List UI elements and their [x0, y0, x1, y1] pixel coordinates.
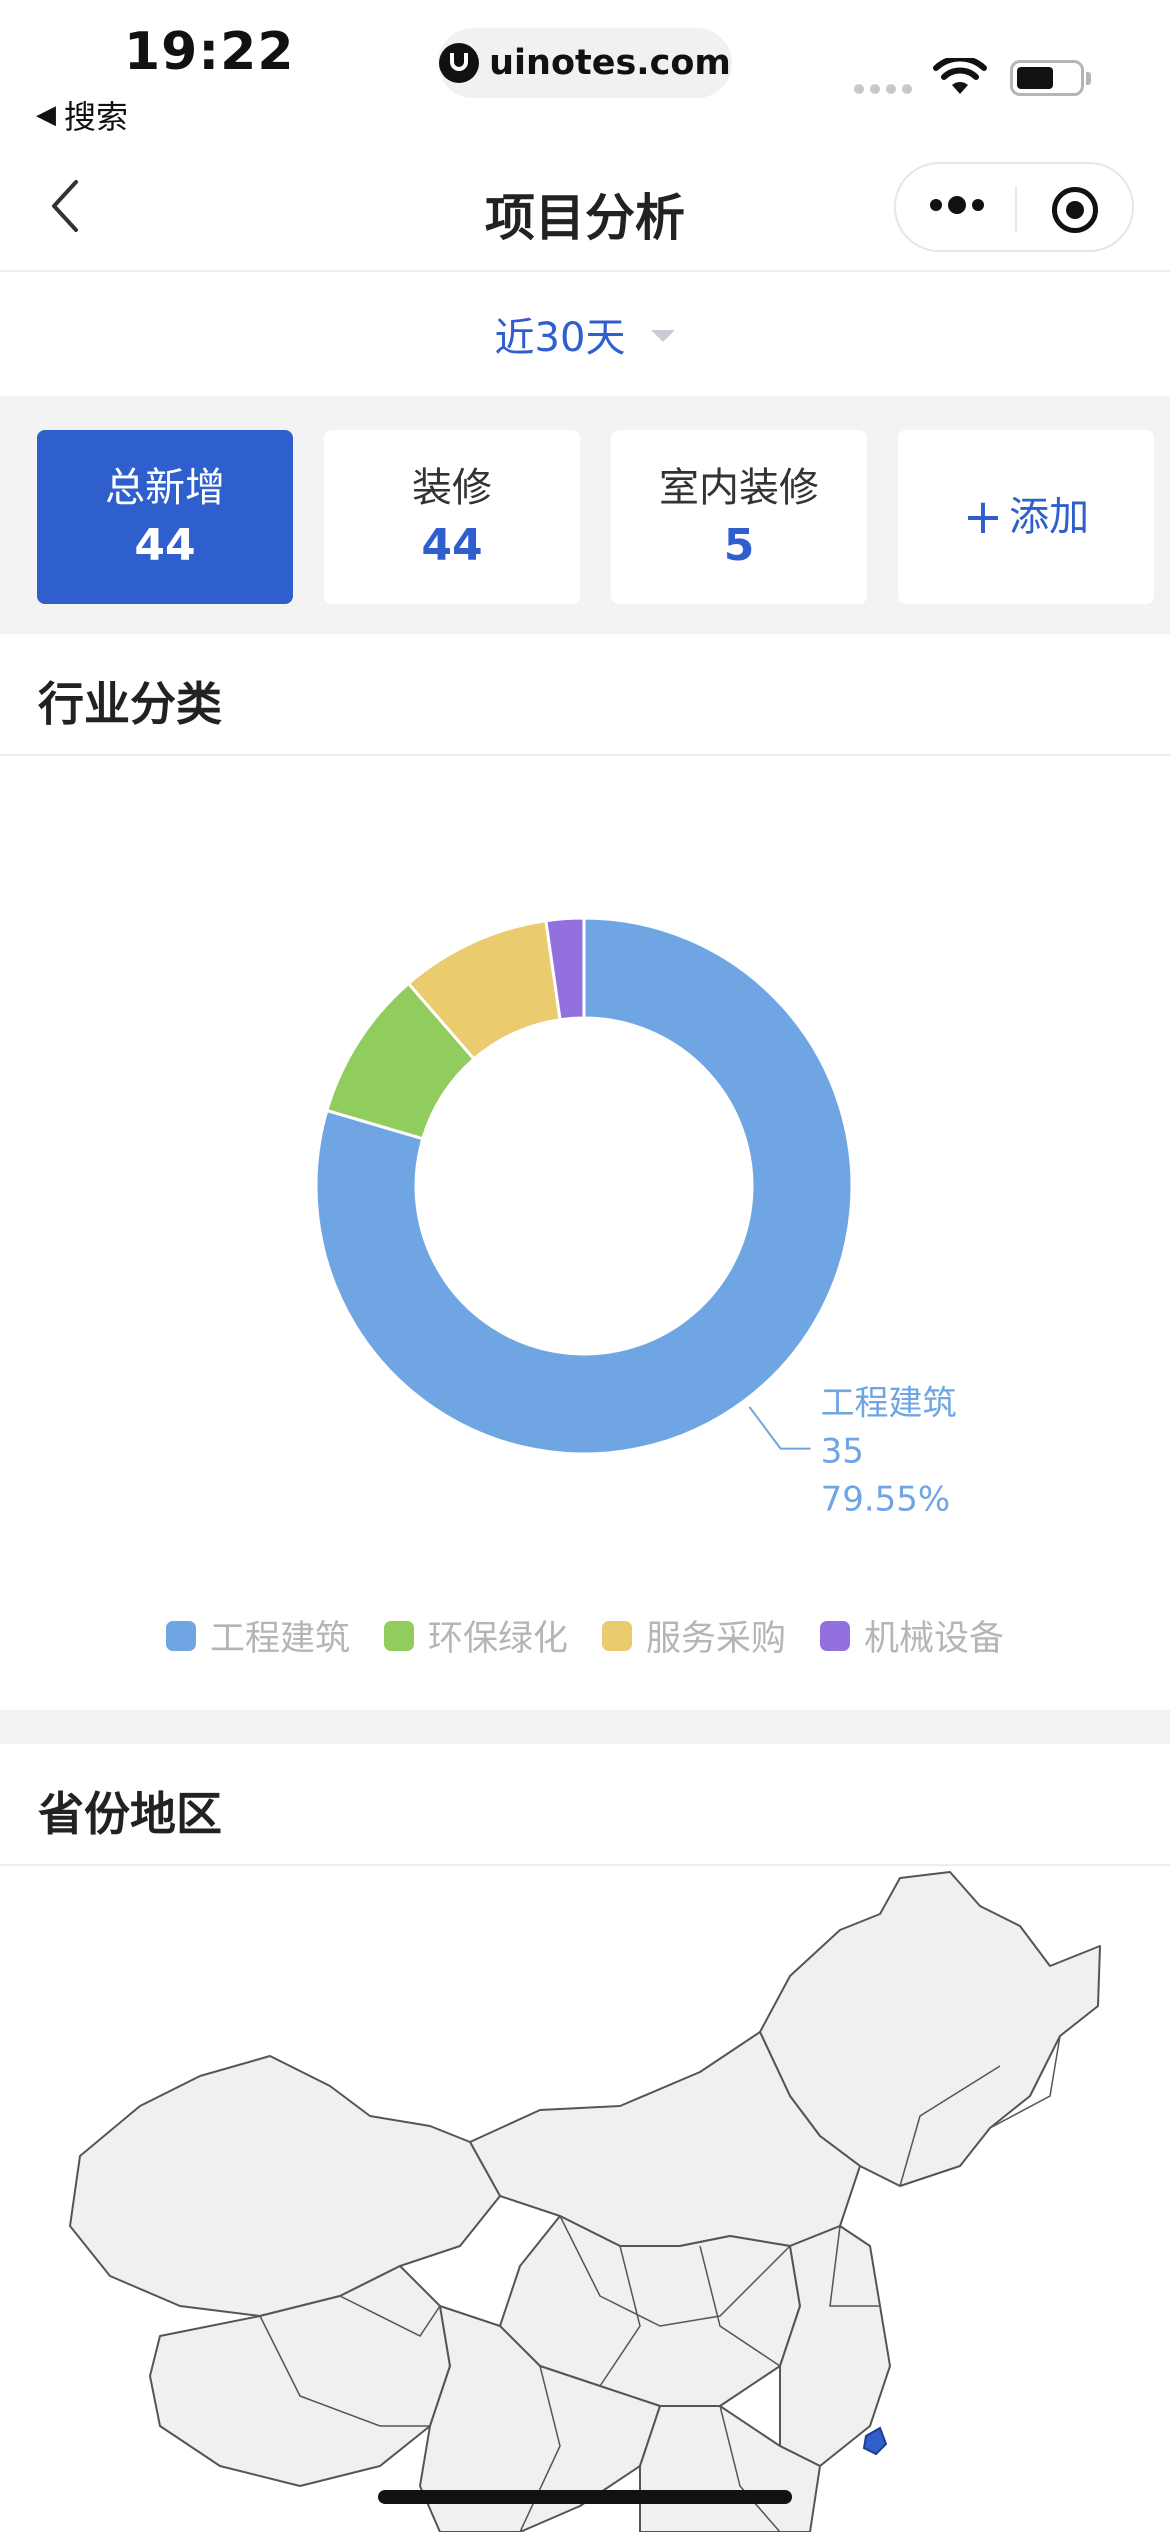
- legend-item[interactable]: 服务采购: [602, 1610, 786, 1661]
- callout-percent: 79.55%: [821, 1480, 951, 1520]
- wifi-icon: [933, 58, 987, 94]
- mini-program-capsule: [894, 162, 1134, 252]
- industry-section-header: 行业分类: [0, 634, 1170, 756]
- chart-legend: 工程建筑 环保绿化 服务采购 机械设备: [0, 1610, 1170, 1661]
- china-map-svg: [69, 1871, 1101, 2532]
- back-triangle-icon: ◀: [36, 100, 56, 130]
- add-label: 添加: [1009, 494, 1090, 540]
- nav-bar: 项目分析: [0, 150, 1170, 272]
- stat-card-interior[interactable]: 室内装修 5: [611, 430, 867, 604]
- legend-swatch: [165, 1620, 196, 1651]
- back-to-app-link[interactable]: ◀ 搜索: [36, 92, 128, 138]
- legend-label: 工程建筑: [209, 1619, 350, 1659]
- stats-strip: 总新增 44 装修 44 室内装修 5 + 添加: [0, 396, 1170, 634]
- capsule-divider: [1015, 186, 1017, 232]
- home-indicator: [378, 2490, 792, 2504]
- section-title: 省份地区: [38, 1787, 222, 1841]
- section-gap: [0, 1710, 1170, 1744]
- url-pill[interactable]: uinotes.com: [438, 28, 732, 98]
- cellular-signal-icon: [854, 84, 912, 94]
- date-range-selector[interactable]: 近30天: [0, 272, 1170, 396]
- province-map: [0, 1866, 1170, 2532]
- industry-donut-chart: 工程建筑 35 79.55% 工程建筑 环保绿化 服务采购 机械设备: [0, 758, 1170, 1710]
- section-title: 行业分类: [38, 677, 222, 731]
- battery-icon: [1010, 60, 1084, 96]
- date-range-label: 近30天: [494, 315, 626, 361]
- callout-leader-line: [748, 1406, 811, 1450]
- stat-label: 总新增: [105, 465, 225, 511]
- status-time: 19:22: [124, 22, 295, 82]
- map-region-northwest: [69, 2055, 501, 2317]
- legend-swatch: [383, 1620, 414, 1651]
- add-keyword-button[interactable]: + 添加: [898, 430, 1154, 604]
- more-dots-icon[interactable]: [930, 196, 984, 214]
- legend-item[interactable]: 环保绿化: [383, 1610, 568, 1661]
- legend-label: 环保绿化: [427, 1619, 568, 1659]
- legend-item[interactable]: 机械设备: [820, 1610, 1004, 1661]
- stat-card-total[interactable]: 总新增 44: [37, 430, 293, 604]
- stat-label: 装修: [412, 465, 492, 511]
- callout-category: 工程建筑: [821, 1384, 957, 1424]
- caret-down-icon: [651, 330, 676, 342]
- legend-swatch: [820, 1620, 851, 1651]
- legend-label: 机械设备: [864, 1619, 1005, 1659]
- stat-card-decoration[interactable]: 装修 44: [324, 430, 580, 604]
- stat-value: 44: [134, 520, 196, 571]
- target-circle-icon[interactable]: [1052, 187, 1098, 233]
- status-bar: 19:22 ◀ 搜索 uinotes.com: [0, 0, 1170, 150]
- stat-label: 室内装修: [659, 465, 819, 511]
- site-logo-icon: [439, 43, 480, 83]
- legend-label: 服务采购: [646, 1619, 787, 1659]
- battery-tip: [1086, 72, 1091, 85]
- legend-item[interactable]: 工程建筑: [165, 1610, 350, 1661]
- donut-chart-svg: 工程建筑 35 79.55%: [314, 916, 957, 1520]
- legend-swatch: [602, 1620, 632, 1651]
- map-highlight-region: [862, 2426, 888, 2456]
- stat-value: 5: [723, 520, 755, 571]
- back-app-label: 搜索: [64, 98, 129, 136]
- plus-icon: +: [962, 489, 1004, 545]
- callout-value: 35: [821, 1432, 864, 1472]
- region-section-header: 省份地区: [0, 1744, 1170, 1866]
- stat-value: 44: [421, 520, 483, 571]
- url-text: uinotes.com: [489, 43, 731, 83]
